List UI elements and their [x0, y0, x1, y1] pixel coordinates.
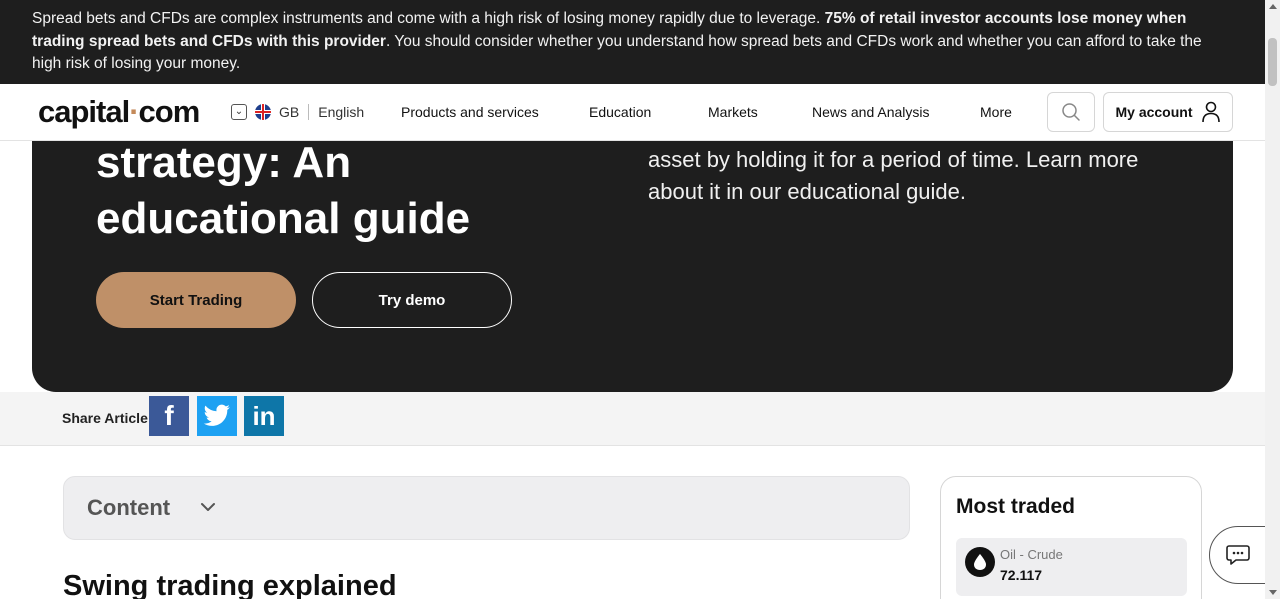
most-traded-widget: Most traded Oil - Crude 72.117: [940, 476, 1202, 599]
chevron-down-icon: ⌄: [231, 104, 247, 120]
language-label: English: [318, 104, 365, 120]
search-button[interactable]: [1047, 92, 1095, 132]
hero-description: asset by holding it for a period of time…: [648, 147, 1139, 204]
twitter-icon: [203, 404, 230, 426]
chat-icon: [1226, 545, 1250, 565]
my-account-button[interactable]: My account: [1103, 92, 1233, 132]
linkedin-icon: in: [252, 400, 276, 431]
risk-text-start: Spread bets and CFDs are complex instrum…: [32, 10, 825, 27]
twitter-share-button[interactable]: [197, 396, 237, 436]
hero-section: strategy: An educational guide asset by …: [32, 138, 1233, 392]
scroll-down-arrow-icon[interactable]: [1269, 590, 1277, 595]
logo-text-left: capital: [38, 94, 130, 129]
most-traded-title: Most traded: [956, 495, 1076, 518]
logo-text-right: com: [138, 94, 201, 129]
scrollbar-thumb[interactable]: [1268, 38, 1277, 86]
linkedin-share-button[interactable]: in: [244, 396, 284, 436]
hero-title: strategy: An educational guide: [96, 138, 471, 243]
facebook-icon: f: [164, 400, 174, 431]
article-heading: Swing trading explained: [63, 570, 397, 599]
nav-markets[interactable]: Markets: [708, 104, 758, 120]
chevron-down-icon: [201, 503, 215, 511]
scroll-up-arrow-icon[interactable]: [1269, 4, 1277, 9]
start-trading-button[interactable]: Start Trading: [96, 272, 296, 328]
page: Spread bets and CFDs are complex instrum…: [0, 0, 1280, 599]
risk-warning-banner: Spread bets and CFDs are complex instrum…: [0, 0, 1265, 84]
oil-drop-icon: [965, 547, 995, 577]
uk-flag-icon: [255, 104, 271, 120]
facebook-share-button[interactable]: f: [149, 396, 189, 436]
share-article-label: Share Article: [62, 410, 148, 426]
market-price: 72.117: [1000, 567, 1043, 583]
locale-selector[interactable]: ⌄ GB English: [231, 104, 364, 120]
market-name: Oil - Crude: [1000, 547, 1063, 562]
chat-button[interactable]: [1209, 526, 1269, 584]
logo[interactable]: capital·com: [38, 94, 201, 130]
content-toc-dropdown[interactable]: Content: [63, 476, 910, 540]
my-account-label: My account: [1115, 104, 1193, 120]
search-icon: [1062, 103, 1080, 121]
toc-label: Content: [87, 495, 171, 520]
nav-products-and-services[interactable]: Products and services: [401, 104, 539, 120]
region-code: GB: [279, 104, 300, 120]
divider: [308, 104, 310, 120]
try-demo-button[interactable]: Try demo: [312, 272, 512, 328]
share-bar: Share Article f in: [0, 392, 1265, 446]
nav-news-and-analysis[interactable]: News and Analysis: [812, 104, 930, 120]
logo-dot: ·: [129, 94, 139, 129]
site-header: capital·com ⌄ GB English Products and se…: [0, 84, 1265, 141]
page-scrollbar[interactable]: [1265, 0, 1280, 599]
nav-education[interactable]: Education: [589, 104, 651, 120]
nav-more[interactable]: More: [980, 104, 1012, 120]
market-card[interactable]: Oil - Crude 72.117: [956, 538, 1187, 596]
user-icon: [1201, 101, 1220, 123]
